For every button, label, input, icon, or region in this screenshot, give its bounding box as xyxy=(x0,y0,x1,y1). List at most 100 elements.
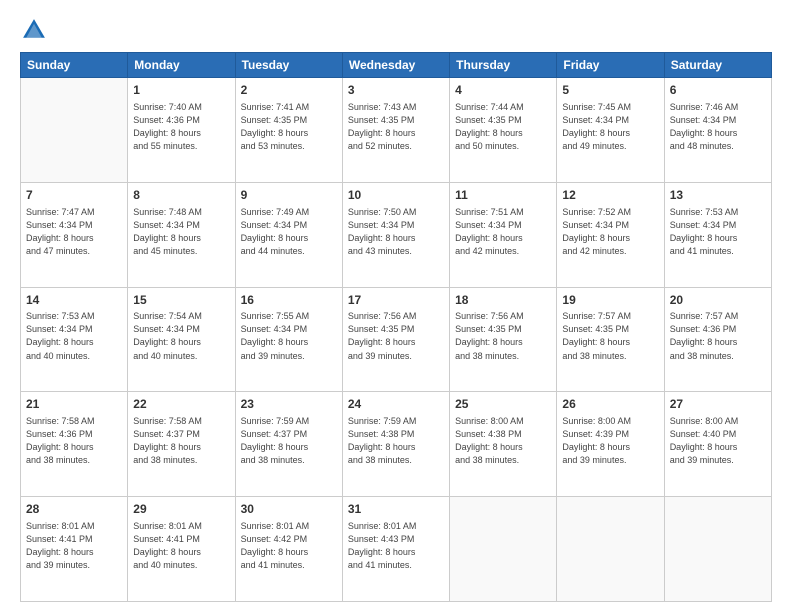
day-info: Sunrise: 7:46 AM Sunset: 4:34 PM Dayligh… xyxy=(670,101,766,153)
day-number: 25 xyxy=(455,396,551,413)
day-number: 4 xyxy=(455,82,551,99)
calendar-cell: 13Sunrise: 7:53 AM Sunset: 4:34 PM Dayli… xyxy=(664,182,771,287)
day-info: Sunrise: 8:01 AM Sunset: 4:42 PM Dayligh… xyxy=(241,520,337,572)
calendar-cell: 1 Sunrise: 7:40 AM Sunset: 4:36 PM Daylig… xyxy=(128,78,235,183)
day-info: Sunrise: 7:51 AM Sunset: 4:34 PM Dayligh… xyxy=(455,206,551,258)
weekday-header-monday: Monday xyxy=(128,53,235,78)
day-info: Sunrise: 7:53 AM Sunset: 4:34 PM Dayligh… xyxy=(26,310,122,362)
day-number: 6 xyxy=(670,82,766,99)
calendar-cell: 30 Sunrise: 8:01 AM Sunset: 4:42 PM Dayli… xyxy=(235,497,342,602)
day-info: Sunrise: 8:00 AM Sunset: 4:40 PM Dayligh… xyxy=(670,415,766,467)
weekday-header-tuesday: Tuesday xyxy=(235,53,342,78)
logo xyxy=(20,16,52,44)
calendar-week-4: 21 Sunrise: 7:58 AM Sunset: 4:36 PM Dayli… xyxy=(21,392,772,497)
day-number: 19 xyxy=(562,292,658,309)
day-info: Sunrise: 8:01 AM Sunset: 4:41 PM Dayligh… xyxy=(133,520,229,572)
calendar-cell: 28Sunrise: 8:01 AM Sunset: 4:41 PM Dayli… xyxy=(21,497,128,602)
day-number: 18 xyxy=(455,292,551,309)
calendar-week-5: 28 Sunrise: 8:01 AM Sunset: 4:41 PM Dayli… xyxy=(21,497,772,602)
day-number: 9 xyxy=(241,187,337,204)
calendar-cell: 24 Sunrise: 7:59 AM Sunset: 4:38 PM Dayli… xyxy=(342,392,449,497)
day-number: 2 xyxy=(241,82,337,99)
day-info: Sunrise: 7:40 AM Sunset: 4:36 PM Dayligh… xyxy=(133,101,229,153)
calendar-week-3: 14Sunrise: 7:53 AM Sunset: 4:34 PM Dayli… xyxy=(21,287,772,392)
day-number: 3 xyxy=(348,82,444,99)
day-info: Sunrise: 7:59 AM Sunset: 4:37 PM Dayligh… xyxy=(241,415,337,467)
calendar-cell: 2 Sunrise: 7:41 AM Sunset: 4:35 PM Daylig… xyxy=(235,78,342,183)
day-info: Sunrise: 7:55 AM Sunset: 4:34 PM Dayligh… xyxy=(241,310,337,362)
calendar-cell: 31Sunrise: 8:01 AM Sunset: 4:43 PM Dayli… xyxy=(342,497,449,602)
calendar-cell: 18Sunrise: 7:56 AM Sunset: 4:35 PM Dayli… xyxy=(450,287,557,392)
day-number: 30 xyxy=(241,501,337,518)
calendar-cell: 10 Sunrise: 7:50 AM Sunset: 4:34 PM Dayli… xyxy=(342,182,449,287)
day-number: 23 xyxy=(241,396,337,413)
header xyxy=(20,16,772,44)
day-info: Sunrise: 7:44 AM Sunset: 4:35 PM Dayligh… xyxy=(455,101,551,153)
day-number: 8 xyxy=(133,187,229,204)
page: SundayMondayTuesdayWednesdayThursdayFrid… xyxy=(0,0,792,612)
calendar-week-2: 7 Sunrise: 7:47 AM Sunset: 4:34 PM Daylig… xyxy=(21,182,772,287)
day-info: Sunrise: 7:50 AM Sunset: 4:34 PM Dayligh… xyxy=(348,206,444,258)
weekday-header-sunday: Sunday xyxy=(21,53,128,78)
calendar-cell: 4 Sunrise: 7:44 AM Sunset: 4:35 PM Daylig… xyxy=(450,78,557,183)
calendar-cell: 17Sunrise: 7:56 AM Sunset: 4:35 PM Dayli… xyxy=(342,287,449,392)
calendar-cell: 23 Sunrise: 7:59 AM Sunset: 4:37 PM Dayli… xyxy=(235,392,342,497)
day-number: 7 xyxy=(26,187,122,204)
day-number: 20 xyxy=(670,292,766,309)
day-info: Sunrise: 7:59 AM Sunset: 4:38 PM Dayligh… xyxy=(348,415,444,467)
day-info: Sunrise: 7:41 AM Sunset: 4:35 PM Dayligh… xyxy=(241,101,337,153)
day-number: 28 xyxy=(26,501,122,518)
day-info: Sunrise: 7:48 AM Sunset: 4:34 PM Dayligh… xyxy=(133,206,229,258)
day-info: Sunrise: 7:54 AM Sunset: 4:34 PM Dayligh… xyxy=(133,310,229,362)
day-number: 17 xyxy=(348,292,444,309)
day-number: 13 xyxy=(670,187,766,204)
weekday-header-saturday: Saturday xyxy=(664,53,771,78)
day-info: Sunrise: 7:58 AM Sunset: 4:36 PM Dayligh… xyxy=(26,415,122,467)
day-info: Sunrise: 7:45 AM Sunset: 4:34 PM Dayligh… xyxy=(562,101,658,153)
calendar-cell xyxy=(450,497,557,602)
day-number: 14 xyxy=(26,292,122,309)
calendar-week-1: 1 Sunrise: 7:40 AM Sunset: 4:36 PM Daylig… xyxy=(21,78,772,183)
calendar-cell: 22Sunrise: 7:58 AM Sunset: 4:37 PM Dayli… xyxy=(128,392,235,497)
day-info: Sunrise: 8:00 AM Sunset: 4:39 PM Dayligh… xyxy=(562,415,658,467)
day-number: 15 xyxy=(133,292,229,309)
calendar-cell: 21 Sunrise: 7:58 AM Sunset: 4:36 PM Dayli… xyxy=(21,392,128,497)
day-number: 27 xyxy=(670,396,766,413)
calendar-cell: 5 Sunrise: 7:45 AM Sunset: 4:34 PM Daylig… xyxy=(557,78,664,183)
calendar-cell: 19Sunrise: 7:57 AM Sunset: 4:35 PM Dayli… xyxy=(557,287,664,392)
calendar-cell: 7 Sunrise: 7:47 AM Sunset: 4:34 PM Daylig… xyxy=(21,182,128,287)
calendar-cell: 11Sunrise: 7:51 AM Sunset: 4:34 PM Dayli… xyxy=(450,182,557,287)
calendar-cell: 29 Sunrise: 8:01 AM Sunset: 4:41 PM Dayli… xyxy=(128,497,235,602)
weekday-header-row: SundayMondayTuesdayWednesdayThursdayFrid… xyxy=(21,53,772,78)
calendar-cell: 3 Sunrise: 7:43 AM Sunset: 4:35 PM Daylig… xyxy=(342,78,449,183)
day-info: Sunrise: 7:49 AM Sunset: 4:34 PM Dayligh… xyxy=(241,206,337,258)
day-number: 1 xyxy=(133,82,229,99)
day-number: 12 xyxy=(562,187,658,204)
logo-icon xyxy=(20,16,48,44)
calendar-cell: 20Sunrise: 7:57 AM Sunset: 4:36 PM Dayli… xyxy=(664,287,771,392)
calendar-table: SundayMondayTuesdayWednesdayThursdayFrid… xyxy=(20,52,772,602)
day-number: 29 xyxy=(133,501,229,518)
day-info: Sunrise: 7:47 AM Sunset: 4:34 PM Dayligh… xyxy=(26,206,122,258)
weekday-header-wednesday: Wednesday xyxy=(342,53,449,78)
day-info: Sunrise: 8:00 AM Sunset: 4:38 PM Dayligh… xyxy=(455,415,551,467)
day-info: Sunrise: 7:56 AM Sunset: 4:35 PM Dayligh… xyxy=(348,310,444,362)
day-info: Sunrise: 7:52 AM Sunset: 4:34 PM Dayligh… xyxy=(562,206,658,258)
day-info: Sunrise: 7:56 AM Sunset: 4:35 PM Dayligh… xyxy=(455,310,551,362)
calendar-cell: 9 Sunrise: 7:49 AM Sunset: 4:34 PM Daylig… xyxy=(235,182,342,287)
calendar-cell xyxy=(664,497,771,602)
calendar-cell: 27 Sunrise: 8:00 AM Sunset: 4:40 PM Dayli… xyxy=(664,392,771,497)
calendar-cell: 6 Sunrise: 7:46 AM Sunset: 4:34 PM Daylig… xyxy=(664,78,771,183)
day-info: Sunrise: 7:57 AM Sunset: 4:36 PM Dayligh… xyxy=(670,310,766,362)
day-number: 26 xyxy=(562,396,658,413)
day-info: Sunrise: 7:43 AM Sunset: 4:35 PM Dayligh… xyxy=(348,101,444,153)
day-number: 24 xyxy=(348,396,444,413)
day-number: 10 xyxy=(348,187,444,204)
day-number: 5 xyxy=(562,82,658,99)
day-number: 21 xyxy=(26,396,122,413)
day-number: 22 xyxy=(133,396,229,413)
calendar-cell: 26 Sunrise: 8:00 AM Sunset: 4:39 PM Dayli… xyxy=(557,392,664,497)
day-info: Sunrise: 7:57 AM Sunset: 4:35 PM Dayligh… xyxy=(562,310,658,362)
weekday-header-friday: Friday xyxy=(557,53,664,78)
day-info: Sunrise: 8:01 AM Sunset: 4:43 PM Dayligh… xyxy=(348,520,444,572)
